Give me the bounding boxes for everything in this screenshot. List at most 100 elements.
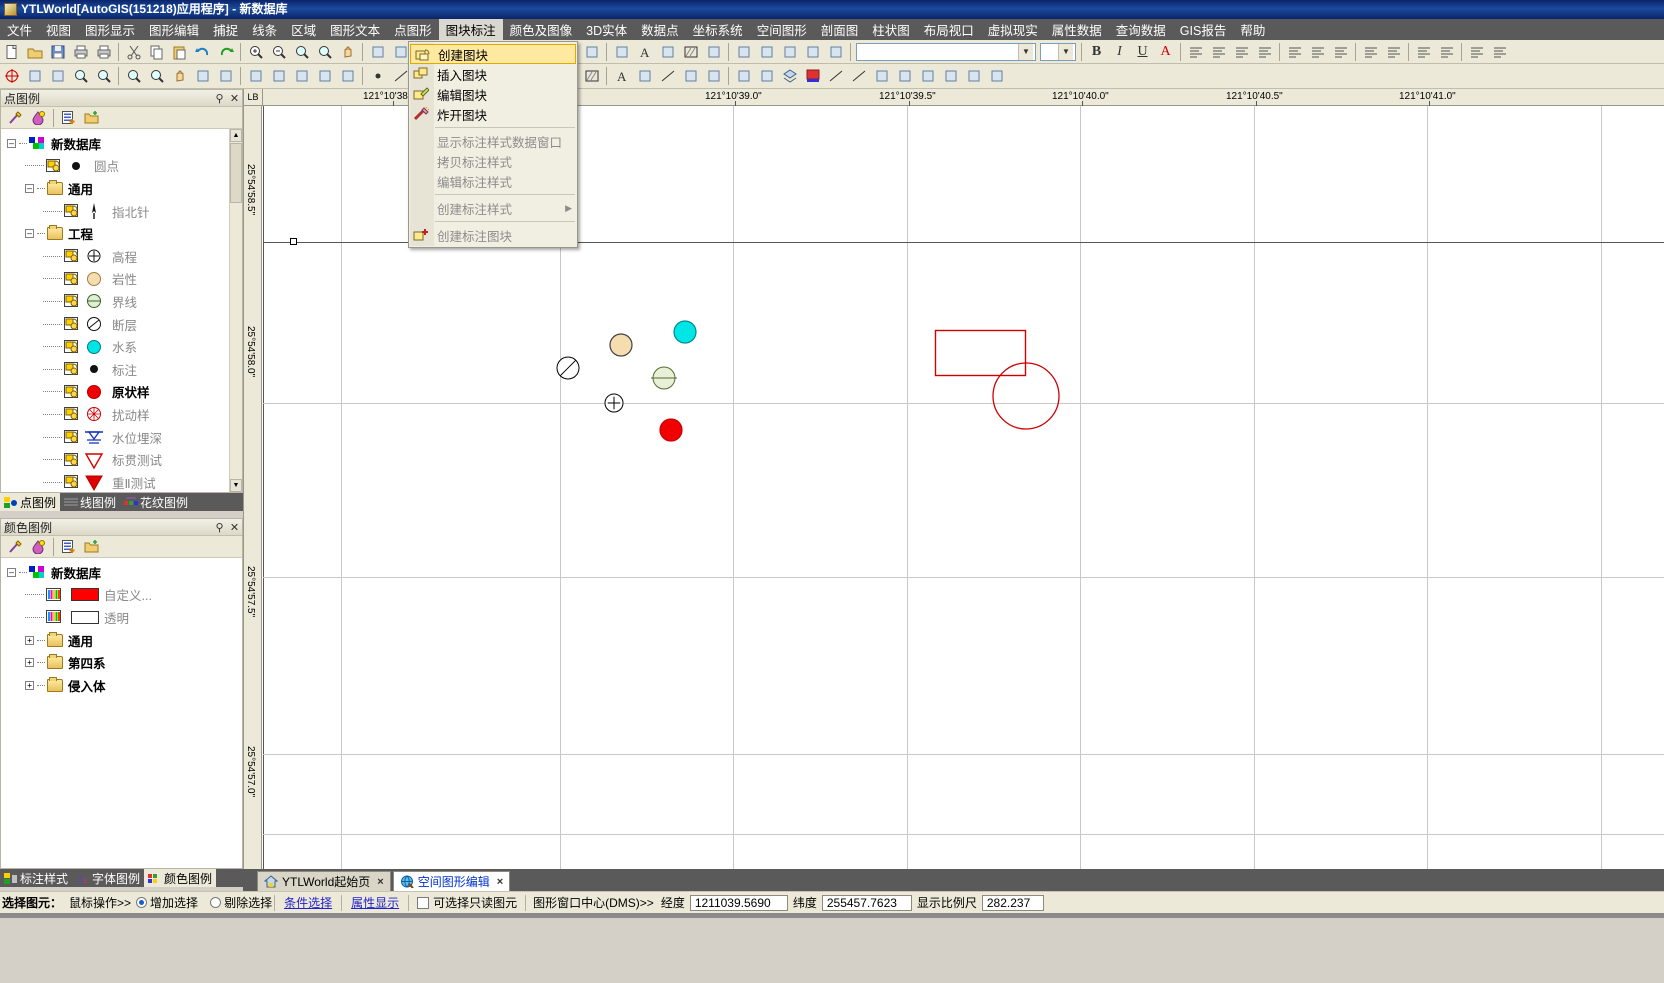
zoom-in-icon[interactable] — [245, 41, 266, 62]
align-justify-icon[interactable] — [1254, 41, 1275, 62]
point-legend-scrollbar[interactable]: ▲ ▼ — [229, 129, 242, 492]
close-icon[interactable]: ✕ — [227, 92, 242, 105]
chamfer-icon[interactable] — [337, 66, 358, 87]
block-annotation-menu[interactable]: 创建图块 插入图块 编辑图块 炸开图块 显示标注样式数据窗口 拷贝标注样式 编辑标注样式 创建… — [408, 41, 578, 248]
chevron-down-icon[interactable]: ▼ — [1058, 43, 1073, 60]
fault-symbol[interactable] — [554, 354, 582, 385]
menu-item-4[interactable]: 捕捉 — [206, 19, 245, 40]
font-size-combo[interactable]: ▼ — [1040, 42, 1076, 61]
underline-icon[interactable]: U — [1132, 41, 1153, 62]
scroll-down-arrow[interactable]: ▼ — [230, 479, 242, 492]
align-center-icon[interactable] — [1208, 41, 1229, 62]
number-list-icon[interactable] — [1330, 41, 1351, 62]
collapse-toggle-icon[interactable]: – — [25, 183, 34, 193]
cut-icon[interactable] — [123, 41, 144, 62]
indent-increase-icon[interactable] — [1383, 41, 1404, 62]
text-color-icon[interactable]: A — [1155, 41, 1176, 62]
new-folder-icon[interactable] — [81, 536, 102, 557]
condition-select-link[interactable]: 条件选择 — [277, 894, 339, 911]
panel-tab-1[interactable]: 线图例 — [60, 493, 120, 511]
menu-option-5[interactable]: 显示标注样式数据窗口 — [409, 131, 577, 151]
menu-item-14[interactable]: 空间图形 — [750, 19, 814, 40]
tree-node-13[interactable]: 水位埋深 — [3, 426, 242, 449]
trim-icon[interactable] — [268, 66, 289, 87]
tree-node-7[interactable]: 界线 — [3, 290, 242, 313]
dim-angular-icon[interactable] — [680, 66, 701, 87]
copy-icon[interactable] — [146, 41, 167, 62]
tree-node-2[interactable]: 透明 — [3, 606, 242, 629]
italic-icon[interactable]: I — [1109, 41, 1130, 62]
document-tab-1[interactable]: 空间图形编辑 × — [392, 871, 511, 891]
menu-option-2[interactable]: 编辑图块 — [409, 84, 577, 104]
elevation-symbol[interactable] — [602, 391, 626, 418]
bullet-list-icon[interactable] — [1307, 41, 1328, 62]
menu-item-20[interactable]: 查询数据 — [1109, 19, 1173, 40]
tree-node-10[interactable]: 标注 — [3, 358, 242, 381]
pan-hand-icon[interactable] — [169, 66, 190, 87]
linetype-icon[interactable] — [825, 66, 846, 87]
paste-icon[interactable] — [169, 41, 190, 62]
save-icon[interactable] — [47, 41, 68, 62]
panel-tab-2[interactable]: 颜色图例 — [144, 869, 217, 887]
collapse-toggle-icon[interactable]: – — [7, 138, 16, 148]
hatch-icon[interactable] — [680, 41, 701, 62]
collapse-toggle-icon[interactable]: – — [25, 229, 34, 239]
leader-icon[interactable] — [703, 66, 724, 87]
menu-item-21[interactable]: GIS报告 — [1173, 19, 1234, 40]
boundary-symbol[interactable] — [650, 364, 678, 395]
lineweight-icon[interactable] — [848, 66, 869, 87]
block-icon[interactable] — [611, 41, 632, 62]
print-preview-icon[interactable] — [93, 41, 114, 62]
menu-option-7[interactable]: 编辑标注样式 — [409, 171, 577, 191]
mirror-icon[interactable] — [215, 66, 236, 87]
expand-toggle-icon[interactable]: + — [25, 635, 34, 645]
dim-icon[interactable] — [657, 41, 678, 62]
menu-item-16[interactable]: 柱状图 — [865, 19, 917, 40]
menu-item-3[interactable]: 图形编辑 — [142, 19, 206, 40]
tree-node-14[interactable]: 标贯测试 — [3, 448, 242, 471]
panel-tab-0[interactable]: 点图例 — [0, 493, 61, 511]
new-folder-icon[interactable] — [81, 107, 102, 128]
menu-item-22[interactable]: 帮助 — [1233, 19, 1272, 40]
stamp-icon[interactable] — [24, 66, 45, 87]
extend-icon[interactable] — [291, 66, 312, 87]
document-tab-0[interactable]: YTLWorld起始页 × — [257, 871, 391, 891]
style-wand-icon[interactable] — [5, 107, 26, 128]
hatch-fill-icon[interactable] — [581, 66, 602, 87]
menu-item-2[interactable]: 图形显示 — [78, 19, 142, 40]
dim-linear-icon[interactable] — [657, 66, 678, 87]
water-symbol[interactable] — [671, 318, 699, 349]
tree-node-5[interactable]: 高程 — [3, 245, 242, 268]
table-icon[interactable] — [733, 41, 754, 62]
tree-node-3[interactable]: + 通用 — [3, 629, 242, 652]
cad-target-icon[interactable] — [1, 66, 22, 87]
new-item-icon[interactable] — [58, 536, 79, 557]
tree-node-11[interactable]: 原状样 — [3, 381, 242, 404]
table-insert-icon[interactable] — [733, 66, 754, 87]
radio-remove-selection[interactable]: 剔除选择 — [210, 894, 272, 911]
redo-icon[interactable] — [215, 41, 236, 62]
list-icon[interactable] — [963, 66, 984, 87]
tree-node-1[interactable]: 自定义... — [3, 584, 242, 607]
print-icon[interactable] — [70, 41, 91, 62]
menu-item-17[interactable]: 布局视口 — [917, 19, 981, 40]
tree-node-3[interactable]: 指北针 — [3, 200, 242, 223]
tree-node-5[interactable]: + 侵入体 — [3, 674, 242, 697]
superscript-icon[interactable] — [1413, 41, 1434, 62]
offset-icon[interactable] — [245, 66, 266, 87]
menu-item-0[interactable]: 文件 — [0, 19, 39, 40]
menu-item-10[interactable]: 颜色及图像 — [503, 19, 580, 40]
tree-node-0[interactable]: – 新数据库 — [3, 132, 242, 155]
pin-icon[interactable]: ⚲ — [212, 521, 227, 534]
lithology-symbol[interactable] — [607, 331, 635, 362]
zoom-next-icon[interactable] — [123, 66, 144, 87]
new-file-icon[interactable] — [1, 41, 22, 62]
selection-handle[interactable] — [290, 238, 297, 245]
scroll-up-arrow[interactable]: ▲ — [230, 129, 242, 142]
tree-node-9[interactable]: 水系 — [3, 335, 242, 358]
collapse-toggle-icon[interactable]: – — [7, 567, 16, 577]
tree-node-2[interactable]: – 通用 — [3, 177, 242, 200]
menu-item-13[interactable]: 坐标系统 — [686, 19, 750, 40]
close-icon[interactable]: ✕ — [227, 521, 242, 534]
image-insert-icon[interactable] — [756, 66, 777, 87]
